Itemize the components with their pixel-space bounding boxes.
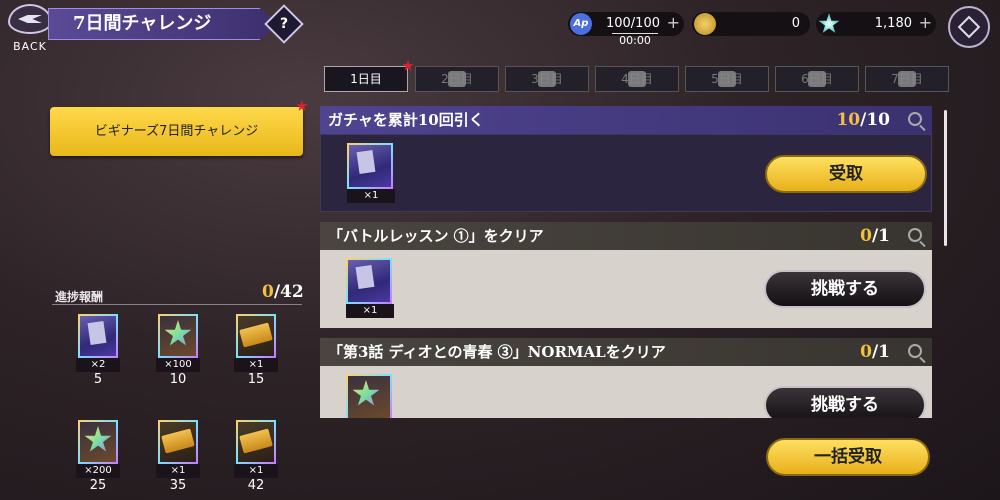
reward-count: ×1 [234, 358, 278, 372]
mission-progress: 10/10 [836, 110, 890, 130]
reward-threshold: 10 [169, 372, 187, 387]
reward-threshold: 25 [89, 478, 107, 493]
mission-header: 「バトルレッスン ①」をクリア 0/1 [320, 222, 932, 250]
challenge-button[interactable]: 挑戦する [764, 386, 926, 418]
reward-threshold: 35 [169, 478, 187, 493]
lock-icon [538, 71, 556, 87]
progress-reward-item[interactable]: ×1 42 [234, 420, 278, 494]
u-ticket-icon [236, 314, 276, 358]
beginner-challenge-button[interactable]: ビギナーズ7日間チャレンジ [50, 107, 303, 156]
mission-title: 「第3話 ディオとの青春 ③」NORMALをクリア [328, 343, 666, 361]
challenge-button[interactable]: 挑戦する [764, 270, 926, 308]
gem-plus-button[interactable]: + [919, 13, 932, 32]
progress-reward-item[interactable]: ×1 35 [156, 420, 200, 494]
gem-counter: 1,180 + [816, 12, 936, 36]
ap-icon: Ap [570, 13, 592, 35]
progress-count: 0/42 [262, 282, 304, 302]
reward-threshold: 42 [247, 478, 265, 493]
search-icon[interactable] [908, 344, 922, 358]
progress-reward-item[interactable]: ×100 10 [156, 314, 200, 388]
reward-count: ×1 [346, 304, 394, 318]
coin-value: 0 [791, 16, 800, 31]
star-piece-icon [346, 374, 392, 418]
reward-count: ×1 [347, 189, 395, 203]
lock-icon [808, 71, 826, 87]
reward-threshold: 5 [93, 372, 103, 387]
star-piece-icon [78, 420, 118, 464]
ap-timer: 00:00 [612, 33, 658, 47]
progress-reward-item[interactable]: ×2 5 [76, 314, 120, 388]
mission-body: ×1 受取 [320, 134, 932, 212]
gem-value: 1,180 [874, 16, 912, 31]
search-icon[interactable] [908, 112, 922, 126]
search-icon[interactable] [908, 228, 922, 242]
coin-counter: 0 [692, 12, 810, 36]
progress-reward-item[interactable]: ×200 25 [76, 420, 120, 494]
lock-icon [898, 71, 916, 87]
lock-icon [718, 71, 736, 87]
s-ticket-icon [158, 420, 198, 464]
lock-icon [448, 71, 466, 87]
mission-progress: 0/1 [860, 226, 890, 246]
divider [52, 304, 302, 305]
coin-icon [694, 13, 716, 35]
star-gem-icon [818, 13, 840, 34]
claim-all-button[interactable]: 一括受取 [766, 438, 930, 476]
tab-day-3[interactable]: 3日目 [505, 66, 589, 92]
progress-reward-item[interactable]: ×1 15 [234, 314, 278, 388]
gacha-card-icon [347, 143, 393, 189]
tab-day-2[interactable]: 2日目 [415, 66, 499, 92]
ap-value: 100/100 [605, 16, 660, 31]
help-button[interactable]: ? [264, 4, 304, 44]
reward-count: ×200 [76, 464, 120, 478]
gacha-card-icon [346, 258, 392, 304]
tab-day-1[interactable]: 1日目 [324, 66, 408, 92]
help-icon: ? [279, 16, 289, 32]
reward-threshold: 15 [247, 372, 265, 387]
tab-day-5[interactable]: 5日目 [685, 66, 769, 92]
progress-reward-label: 進捗報酬 [55, 290, 104, 304]
claim-button[interactable]: 受取 [765, 155, 927, 193]
mission-reward[interactable]: ×1 [347, 143, 395, 203]
tab-day-4[interactable]: 4日目 [595, 66, 679, 92]
mission-title: 「バトルレッスン ①」をクリア [328, 227, 544, 245]
mission-reward[interactable]: ×1 [346, 258, 394, 318]
back-label: BACK [13, 40, 47, 53]
menu-button[interactable] [948, 6, 990, 48]
mission-title: ガチャを累計10回引く [328, 111, 484, 129]
a-ticket-icon [236, 420, 276, 464]
tab-day-6[interactable]: 6日目 [775, 66, 859, 92]
back-arrow-icon [8, 4, 52, 34]
reward-count: ×1 [234, 464, 278, 478]
menu-icon [957, 15, 981, 39]
mission-header: ガチャを累計10回引く 10/10 [320, 106, 932, 134]
reward-count: ×100 [156, 358, 200, 372]
mission-body: 挑戦する [320, 366, 932, 418]
mission-reward[interactable] [346, 374, 394, 418]
reward-count: ×1 [156, 464, 200, 478]
star-piece-icon [158, 314, 198, 358]
reward-count: ×2 [76, 358, 120, 372]
mission-header: 「第3話 ディオとの青春 ③」NORMALをクリア 0/1 [320, 338, 932, 366]
ap-plus-button[interactable]: + [667, 13, 680, 32]
gacha-card-icon [78, 314, 118, 358]
scrollbar[interactable] [944, 110, 947, 246]
mission-body: ×1 挑戦する [320, 250, 932, 328]
mission-progress: 0/1 [860, 342, 890, 362]
page-title: 7日間チャレンジ [48, 8, 278, 40]
lock-icon [628, 71, 646, 87]
tab-day-7[interactable]: 7日目 [865, 66, 949, 92]
